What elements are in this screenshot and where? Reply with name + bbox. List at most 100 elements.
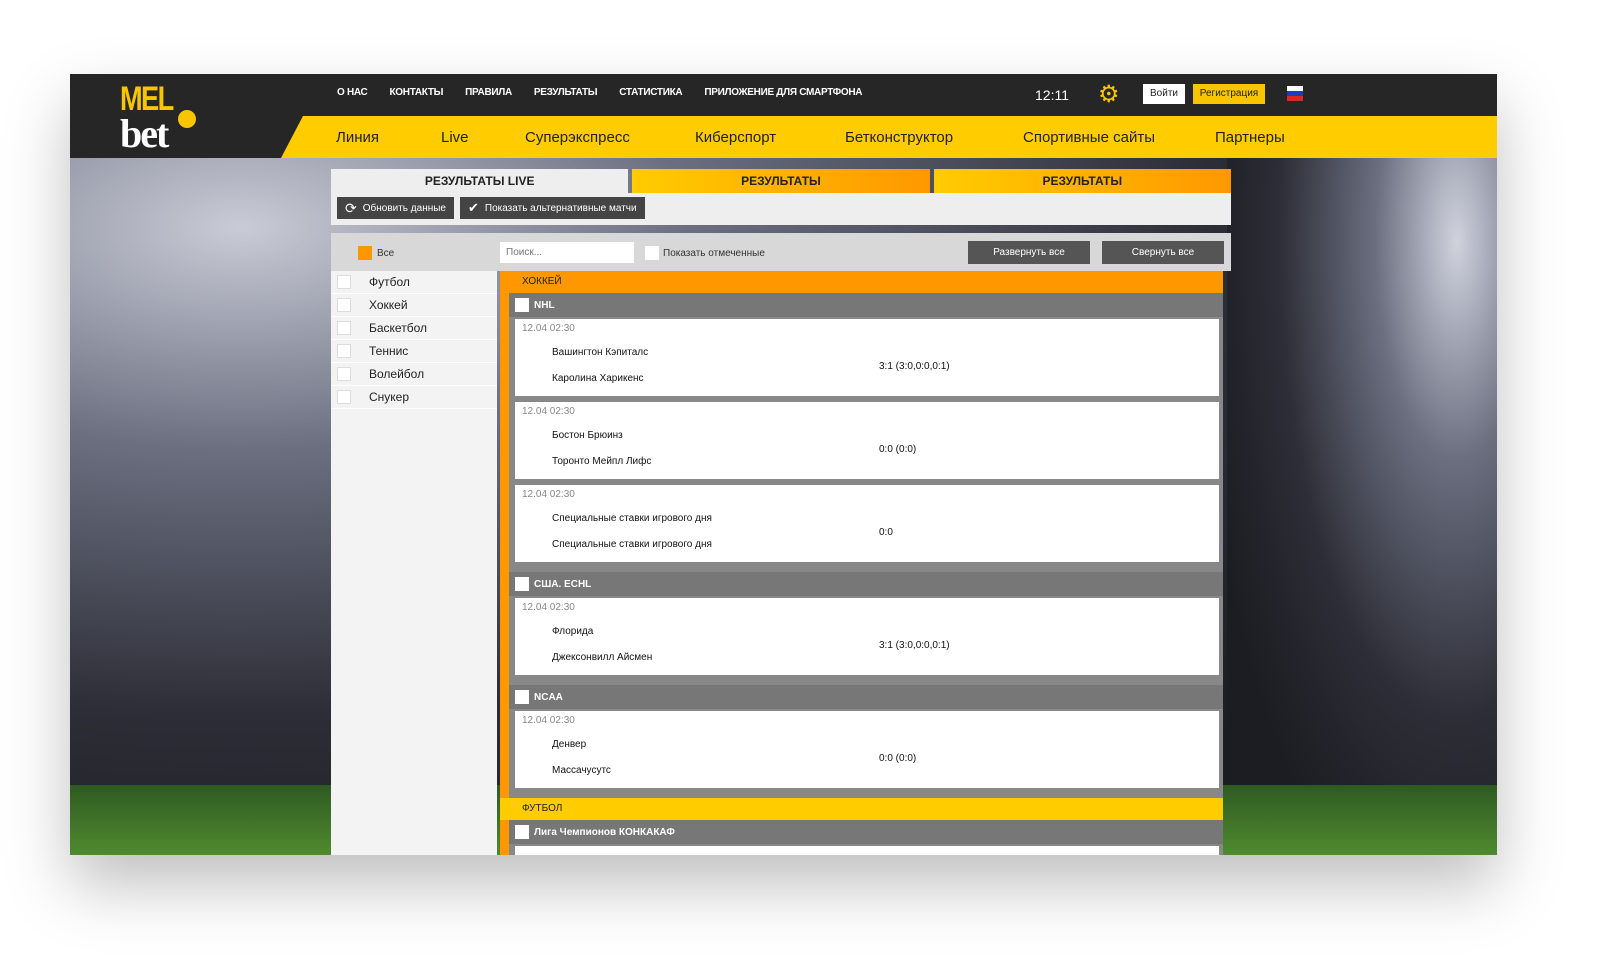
all-checkbox[interactable]: Все [358,246,394,260]
sidebar-item-label: Волейбол [369,367,425,381]
top-nav-statistics[interactable]: СТАТИСТИКА [619,87,682,98]
team-home: Специальные ставки игрового дня [552,513,712,524]
sidebar-item[interactable]: Баскетбол [331,317,497,340]
league-name: NCAA [534,691,563,703]
gear-icon[interactable]: ⚙ [1098,83,1120,107]
checkbox[interactable] [515,298,529,312]
sport-header[interactable]: ФУТБОЛ [500,798,1223,820]
search-input[interactable] [500,242,634,263]
match-date: 12.04 02:30 [522,406,575,417]
register-button[interactable]: Регистрация [1193,84,1265,104]
sport-sidebar: Футбол Хоккей Баскетбол Теннис Волейбол Снуке… [331,271,497,855]
sidebar-item-label: Теннис [369,344,409,358]
sidebar-item-label: Хоккей [369,298,408,312]
team-away: Массачусутс [552,765,611,776]
checkbox[interactable] [337,298,351,312]
league-name: США. ECHL [534,578,592,590]
league-header[interactable]: Лига Чемпионов КОНКАКАФ [509,820,1223,844]
top-nav-about[interactable]: О НАС [337,87,368,98]
top-nav-rules[interactable]: ПРАВИЛА [465,87,512,98]
match-score: 0:0 (0:0) [879,753,917,764]
team-home: Бостон Брюинз [552,430,623,441]
sidebar-item-label: Снукер [369,390,410,404]
tabs: РЕЗУЛЬТАТЫ LIVE РЕЗУЛЬТАТЫ РЕЗУЛЬТАТЫ [331,169,1231,193]
show-alternative-button[interactable]: ✔ Показать альтернативные матчи [459,197,645,219]
stadium-background: РЕЗУЛЬТАТЫ LIVE РЕЗУЛЬТАТЫ РЕЗУЛЬТАТЫ ⟳ О… [70,158,1497,855]
all-label: Все [377,247,395,259]
league-header[interactable]: NHL [509,293,1223,317]
sidebar-item-label: Футбол [369,275,410,289]
top-nav: О НАС КОНТАКТЫ ПРАВИЛА РЕЗУЛЬТАТЫ СТАТИС… [337,87,862,98]
match-score: 0:0 [879,527,893,538]
league-block: Лига Чемпионов КОНКАКАФ [509,820,1223,855]
checkbox[interactable] [337,367,351,381]
nav-sport-sites[interactable]: Спортивные сайты [1023,129,1215,146]
refresh-button[interactable]: ⟳ Обновить данные [337,197,454,219]
russian-flag-icon[interactable] [1287,86,1303,101]
filter-bar: Все Показать отмеченные Развернуть все С… [331,233,1231,271]
top-nav-contacts[interactable]: КОНТАКТЫ [389,87,443,98]
nav-esports[interactable]: Киберспорт [695,129,845,146]
nav-partners[interactable]: Партнеры [1215,129,1285,146]
checkbox[interactable] [515,577,529,591]
checkbox[interactable] [337,275,351,289]
main-nav: Линия Live Суперэкспресс Киберспорт Бетк… [281,116,1497,158]
collapse-all-button[interactable]: Свернуть все [1102,241,1224,264]
league-block: NHL 12.04 02:30 Вашингтон Кэпиталс Каролина… [509,293,1223,572]
nav-betconstructor[interactable]: Бетконструктор [845,129,1023,146]
match-row[interactable]: 12.04 02:30 Флорида Джексонвилл Айсмен 3:1 … [515,598,1219,675]
sidebar-item[interactable]: Снукер [331,386,497,409]
match-row[interactable]: 12.04 02:30 Денвер Массачусутс 0:0 (0:0) [515,711,1219,788]
login-button[interactable]: Войти [1143,84,1185,104]
match-row[interactable]: 12.04 02:30 Бостон Брюинз Торонто Мейпл Ли… [515,402,1219,479]
league-header[interactable]: США. ECHL [509,572,1223,596]
match-row[interactable]: 12.04 02:30 Вашингтон Кэпиталс Каролина Ха… [515,319,1219,396]
team-home: Флорида [552,626,594,637]
checkbox[interactable] [337,344,351,358]
top-nav-results[interactable]: РЕЗУЛЬТАТЫ [534,87,598,98]
sidebar-item[interactable]: Футбол [331,271,497,294]
team-away: Специальные ставки игрового дня [552,539,712,550]
match-score: 3:1 (3:0,0:0,0:1) [879,361,950,372]
sidebar-item[interactable]: Теннис [331,340,497,363]
match-score: 0:0 (0:0) [879,444,917,455]
match-date: 12.04 02:30 [522,715,575,726]
top-nav-app[interactable]: ПРИЛОЖЕНИЕ ДЛЯ СМАРТФОНА [704,87,862,98]
checkbox[interactable] [337,321,351,335]
team-away: Джексонвилл Айсмен [552,652,653,663]
tab-results-2[interactable]: РЕЗУЛЬТАТЫ [933,169,1231,193]
tab-results-live[interactable]: РЕЗУЛЬТАТЫ LIVE [331,169,629,193]
league-name: NHL [534,299,555,311]
team-away: Каролина Харикенс [552,373,644,384]
tab-results[interactable]: РЕЗУЛЬТАТЫ [632,169,930,193]
checkbox[interactable] [515,690,529,704]
nav-superexpress[interactable]: Суперэкспресс [525,129,695,146]
league-block: США. ECHL 12.04 02:30 Флорида Джексонвилл А… [509,572,1223,685]
nav-live[interactable]: Live [441,129,525,146]
checkbox[interactable] [337,390,351,404]
checkbox[interactable] [515,825,529,839]
checkbox[interactable] [645,246,659,260]
sidebar-item-label: Баскетбол [369,321,427,335]
show-marked-checkbox[interactable]: Показать отмеченные [645,246,765,260]
sport-header[interactable]: ХОККЕЙ [500,271,1223,293]
league-name: Лига Чемпионов КОНКАКАФ [534,826,675,838]
match-row[interactable]: 12.04 02:30 Специальные ставки игрового д… [515,485,1219,562]
check-icon: ✔ [467,200,479,215]
match-date: 12.04 02:30 [522,323,575,334]
melbet-logo[interactable]: MEL bet [120,80,200,156]
expand-all-button[interactable]: Развернуть все [968,241,1090,264]
checkbox-checked[interactable] [358,246,372,260]
match-row[interactable] [515,846,1219,855]
league-block: NCAA 12.04 02:30 Денвер Массачусутс 0:0 (0:0… [509,685,1223,798]
clock: 12:11 [1035,87,1069,103]
browser-frame: MEL bet О НАС КОНТАКТЫ ПРАВИЛА РЕЗУЛЬТАТЫ… [70,74,1497,855]
match-date: 12.04 02:30 [522,602,575,613]
toolbar: ⟳ Обновить данные ✔ Показать альтернативны… [331,193,1231,225]
league-header[interactable]: NCAA [509,685,1223,709]
team-home: Денвер [552,739,587,750]
nav-line[interactable]: Линия [336,129,441,146]
sidebar-item[interactable]: Волейбол [331,363,497,386]
sidebar-item[interactable]: Хоккей [331,294,497,317]
show-marked-label: Показать отмеченные [663,247,765,259]
